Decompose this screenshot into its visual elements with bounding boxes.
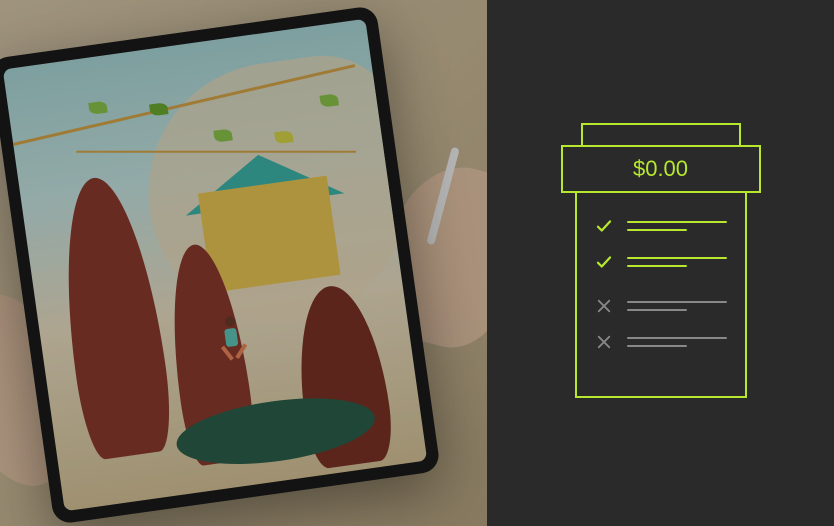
receipt-illustration: $0.00 (561, 123, 761, 403)
receipt-price: $0.00 (633, 156, 688, 182)
receipt-row (595, 297, 727, 315)
receipt-body (575, 193, 747, 398)
pricing-panel: $0.00 (487, 0, 834, 526)
receipt-row (595, 217, 727, 235)
receipt-row (595, 253, 727, 271)
check-icon (595, 253, 613, 271)
check-icon (595, 217, 613, 235)
receipt-row (595, 333, 727, 351)
x-icon (595, 297, 613, 315)
hero-image (0, 0, 487, 526)
receipt-top-edge (581, 123, 741, 145)
x-icon (595, 333, 613, 351)
receipt-header: $0.00 (561, 145, 761, 193)
